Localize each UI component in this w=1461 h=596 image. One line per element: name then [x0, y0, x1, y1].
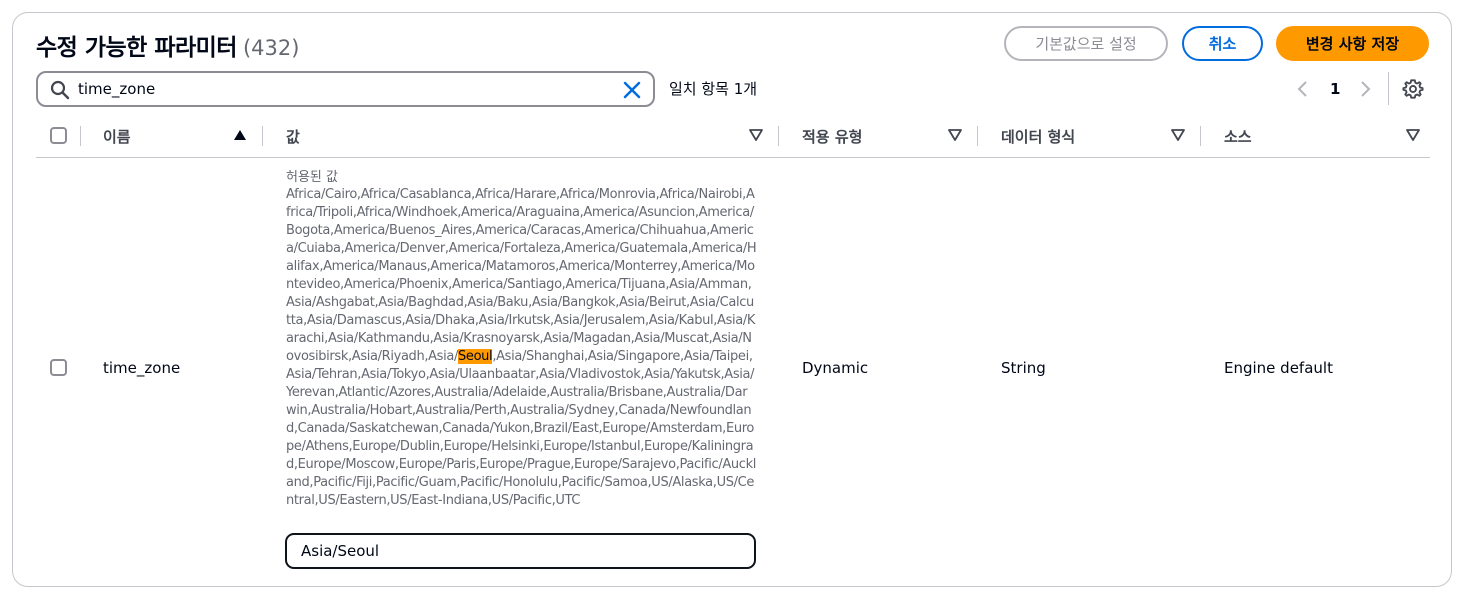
column-header-data-type[interactable]: 데이터 형식 — [1001, 124, 1075, 148]
sort-icon[interactable] — [948, 129, 962, 141]
settings-icon[interactable] — [1402, 78, 1424, 100]
parameter-value: Asia/Seoul — [301, 542, 380, 560]
allowed-values-label: 허용된 값 — [286, 170, 338, 185]
clear-icon[interactable] — [621, 79, 643, 101]
previous-page-button[interactable] — [1296, 76, 1314, 102]
allowed-values-text: ,Asia/Shanghai,Asia/Singapore,Asia/Taipe… — [286, 349, 757, 508]
column-header-name[interactable]: 이름 — [103, 124, 131, 148]
parameter-name: time_zone — [103, 359, 181, 377]
column-divider — [977, 126, 978, 146]
sort-icon[interactable] — [1171, 129, 1185, 141]
column-divider — [1200, 126, 1201, 146]
data-type: String — [1001, 359, 1046, 377]
row-checkbox[interactable] — [50, 359, 67, 376]
column-header-value[interactable]: 값 — [286, 124, 300, 148]
column-header-source[interactable]: 소스 — [1224, 124, 1252, 148]
sort-icon[interactable] — [749, 129, 763, 141]
source: Engine default — [1224, 359, 1333, 377]
parameter-value-input[interactable]: Asia/Seoul — [285, 533, 756, 569]
parameter-count: (432) — [242, 36, 300, 60]
search-icon — [50, 80, 70, 100]
page-number[interactable]: 1 — [1330, 76, 1344, 102]
allowed-values-list: Africa/Cairo,Africa/Casablanca,Africa/Ha… — [286, 186, 757, 510]
search-input[interactable]: time_zone — [36, 71, 655, 107]
column-divider — [80, 126, 81, 146]
column-header-apply-type[interactable]: 적용 유형 — [802, 124, 862, 148]
next-page-button[interactable] — [1358, 76, 1376, 102]
column-divider — [262, 126, 263, 146]
select-all-checkbox[interactable] — [50, 127, 67, 144]
pagination-divider — [1388, 72, 1389, 105]
column-divider — [778, 126, 779, 146]
cancel-button[interactable]: 취소 — [1182, 26, 1263, 61]
sort-ascending-icon[interactable] — [233, 129, 247, 141]
allowed-values-text: Africa/Cairo,Africa/Casablanca,Africa/Ha… — [286, 187, 757, 364]
search-value: time_zone — [78, 80, 156, 98]
chevron-right-icon — [1361, 81, 1371, 97]
page-title: 수정 가능한 파라미터 — [36, 35, 237, 61]
search-highlight: Seoul — [458, 349, 493, 364]
save-changes-button[interactable]: 변경 사항 저장 — [1276, 26, 1429, 61]
chevron-left-icon — [1297, 81, 1307, 97]
table-header-divider — [36, 157, 1430, 158]
match-count: 일치 항목 1개 — [669, 80, 758, 98]
sort-icon[interactable] — [1406, 129, 1420, 141]
page-header: 수정 가능한 파라미터 (432) — [36, 28, 300, 61]
apply-type: Dynamic — [802, 359, 869, 377]
reset-to-default-button[interactable]: 기본값으로 설정 — [1004, 26, 1168, 61]
